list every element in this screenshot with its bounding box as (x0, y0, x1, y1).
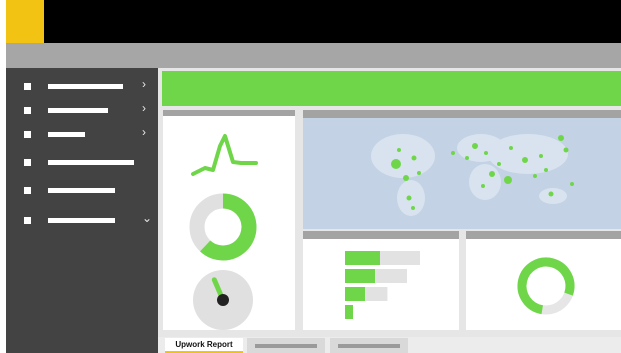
funnel-bar-remainder (375, 269, 407, 283)
funnel-bar-value (345, 251, 380, 265)
sidebar-item-5[interactable] (6, 183, 158, 197)
app-logo-icon[interactable] (6, 0, 44, 43)
chevron-down-icon: ⌄ (142, 211, 153, 225)
funnel-bar-remainder (365, 287, 388, 301)
ring-visual (517, 257, 575, 315)
square-bullet-icon (24, 159, 31, 166)
chevron-right-icon: › (142, 125, 146, 139)
funnel-bar-value (345, 287, 365, 301)
sidebar-item-6[interactable]: ⌄ (6, 211, 158, 227)
sidebar-item-label (48, 160, 134, 165)
tab-page-2[interactable] (247, 338, 325, 353)
line-chart[interactable] (191, 134, 258, 176)
square-bullet-icon (24, 187, 31, 194)
funnel-bar-remainder (380, 251, 420, 265)
sidebar-item-2[interactable]: › (6, 101, 158, 117)
square-bullet-icon (24, 83, 31, 90)
square-bullet-icon (24, 217, 31, 224)
funnel-bar-value (345, 269, 375, 283)
chevron-right-icon: › (142, 101, 146, 115)
sidebar: › › › ⌄ (6, 68, 158, 353)
panel-header (466, 231, 621, 239)
square-bullet-icon (24, 107, 31, 114)
menu-bar (6, 43, 621, 68)
left-visuals (189, 134, 258, 330)
panel-header (303, 231, 459, 239)
world-map-markers (371, 134, 574, 216)
sidebar-item-label (48, 132, 85, 137)
ring-chart[interactable] (517, 257, 575, 315)
sidebar-item-3[interactable]: › (6, 125, 158, 141)
tab-label-placeholder (255, 344, 317, 348)
tab-label-placeholder (338, 344, 400, 348)
title-bar (6, 0, 621, 43)
tab-page-3[interactable] (330, 338, 408, 353)
gauge-chart[interactable] (193, 270, 253, 330)
tab-upwork-report[interactable]: Upwork Report (165, 338, 243, 353)
chevron-right-icon: › (142, 77, 146, 91)
sidebar-item-1[interactable]: › (6, 77, 158, 93)
donut-chart[interactable] (189, 193, 257, 261)
sidebar-item-4[interactable] (6, 155, 158, 169)
square-bullet-icon (24, 131, 31, 138)
sidebar-item-label (48, 188, 115, 193)
sidebar-item-label (48, 108, 108, 113)
sidebar-item-label (48, 218, 115, 223)
funnel-bar-value (345, 305, 353, 319)
panel-header (303, 110, 621, 118)
report-banner (162, 71, 621, 106)
funnel-chart[interactable] (303, 239, 459, 330)
sidebar-item-label (48, 84, 123, 89)
